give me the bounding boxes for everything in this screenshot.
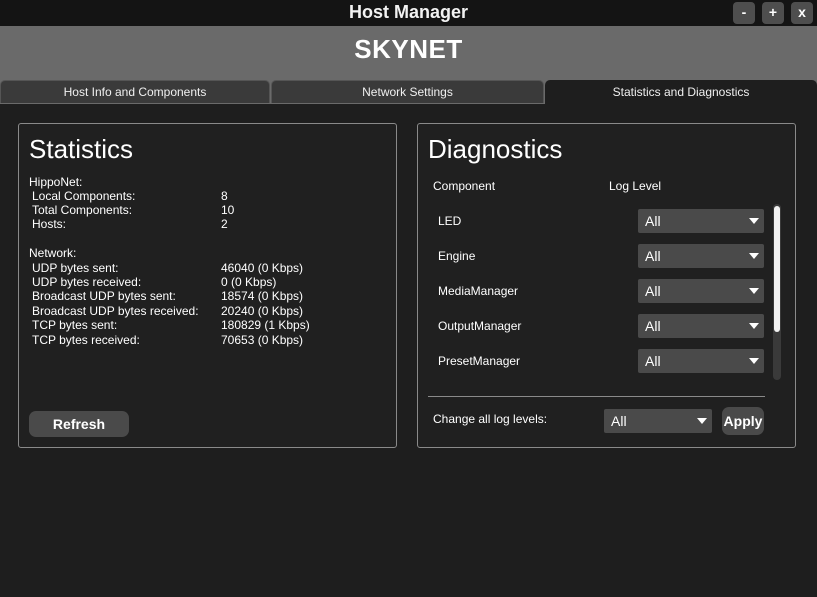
tcp-sent-value: 180829 (1 Kbps) <box>221 318 310 332</box>
tab-network-settings[interactable]: Network Settings <box>271 80 544 103</box>
apply-button[interactable]: Apply <box>722 407 764 435</box>
component-list-scrollbar[interactable] <box>773 204 781 380</box>
log-level-value: All <box>645 353 661 369</box>
component-name: OutputManager <box>438 319 522 333</box>
component-name: LED <box>438 214 462 228</box>
log-level-select-outputmanager[interactable]: All <box>638 314 764 338</box>
udp-received-value: 0 (0 Kbps) <box>221 275 277 289</box>
component-column-header: Component <box>433 179 496 193</box>
chevron-down-icon <box>749 358 759 364</box>
divider <box>428 396 765 397</box>
log-level-select-engine[interactable]: All <box>638 244 764 268</box>
diagnostics-panel: Diagnostics Component Log Level LED All … <box>417 123 796 448</box>
total-components-value: 10 <box>221 203 235 217</box>
log-level-value: All <box>645 213 661 229</box>
log-level-value: All <box>645 318 661 334</box>
log-level-select-led[interactable]: All <box>638 209 764 233</box>
diagnostics-title: Diagnostics <box>428 134 563 164</box>
broadcast-udp-received-value: 20240 (0 Kbps) <box>221 304 304 318</box>
scrollbar-thumb[interactable] <box>774 206 780 332</box>
log-level-select-presetmanager[interactable]: All <box>638 349 764 373</box>
log-level-value: All <box>645 283 661 299</box>
chevron-down-icon <box>749 323 759 329</box>
chevron-down-icon <box>697 418 707 424</box>
chevron-down-icon <box>749 253 759 259</box>
udp-sent-value: 46040 (0 Kbps) <box>221 261 304 275</box>
component-name: MediaManager <box>438 284 519 298</box>
tcp-received-value: 70653 (0 Kbps) <box>221 333 304 347</box>
local-components-label: Local Components: <box>32 189 136 203</box>
statistics-panel: Statistics HippoNet: Local Components: 8… <box>18 123 397 448</box>
total-components-label: Total Components: <box>32 203 133 217</box>
change-all-label: Change all log levels: <box>433 412 548 426</box>
udp-sent-label: UDP bytes sent: <box>32 261 119 275</box>
window-titlebar[interactable]: Host Manager - + x <box>0 0 817 26</box>
local-components-value: 8 <box>221 189 228 203</box>
log-level-value: All <box>645 248 661 264</box>
change-all-select[interactable]: All <box>604 409 712 433</box>
change-all-value: All <box>611 413 627 429</box>
chevron-down-icon <box>749 288 759 294</box>
log-level-column-header: Log Level <box>609 179 662 193</box>
refresh-button[interactable]: Refresh <box>29 411 129 437</box>
host-header: SKYNET <box>0 26 817 80</box>
tab-statistics-diagnostics[interactable]: Statistics and Diagnostics <box>545 80 817 105</box>
tab-host-info[interactable]: Host Info and Components <box>0 80 270 103</box>
hosts-value: 2 <box>221 217 228 231</box>
tcp-received-label: TCP bytes received: <box>32 333 140 347</box>
tcp-sent-label: TCP bytes sent: <box>32 318 118 332</box>
broadcast-udp-sent-label: Broadcast UDP bytes sent: <box>32 289 176 303</box>
broadcast-udp-received-label: Broadcast UDP bytes received: <box>32 304 199 318</box>
network-heading: Network: <box>29 246 77 260</box>
maximize-button[interactable]: + <box>762 2 784 24</box>
window-title: Host Manager <box>348 2 469 22</box>
component-name: Engine <box>438 249 476 263</box>
statistics-title: Statistics <box>29 134 134 164</box>
hosts-label: Hosts: <box>32 217 67 231</box>
component-name: PresetManager <box>438 354 521 368</box>
udp-received-label: UDP bytes received: <box>32 275 142 289</box>
log-level-select-mediamanager[interactable]: All <box>638 279 764 303</box>
chevron-down-icon <box>749 218 759 224</box>
close-button[interactable]: x <box>791 2 813 24</box>
hipponet-heading: HippoNet: <box>29 175 83 189</box>
host-name: SKYNET <box>354 34 463 64</box>
broadcast-udp-sent-value: 18574 (0 Kbps) <box>221 289 304 303</box>
tab-strip: Host Info and Components Network Setting… <box>0 80 817 105</box>
minimize-button[interactable]: - <box>733 2 755 24</box>
